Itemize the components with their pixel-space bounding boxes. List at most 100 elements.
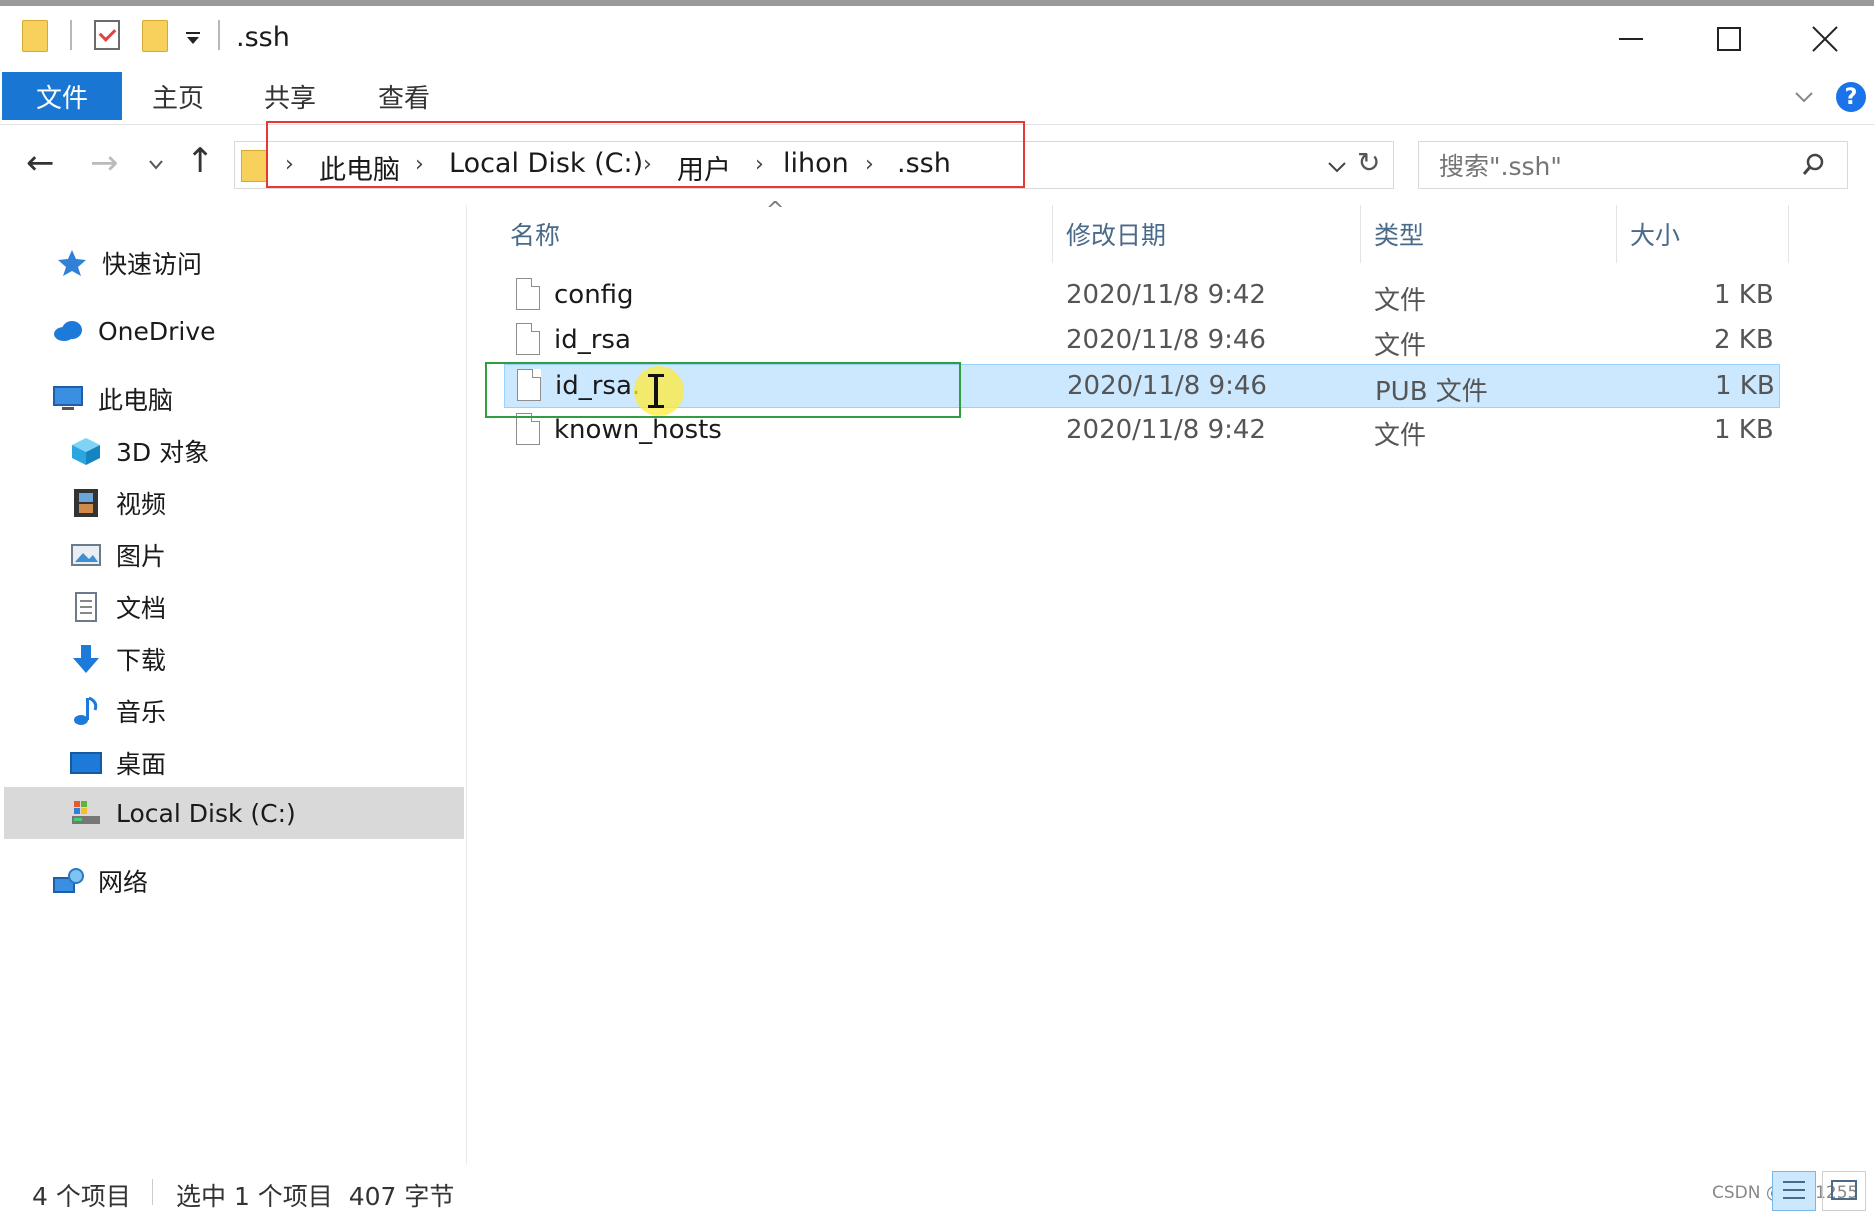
column-divider[interactable] — [1052, 205, 1053, 263]
file-date: 2020/11/8 9:46 — [1067, 371, 1267, 401]
file-row[interactable]: id_rsa 2020/11/8 9:46 文件 2 KB — [504, 319, 1780, 363]
sidebar-item-this-pc[interactable]: 此电脑 — [52, 375, 173, 423]
sidebar-item-label: 此电脑 — [98, 386, 174, 415]
computer-icon — [53, 386, 83, 410]
file-icon — [516, 323, 540, 355]
status-bar: 4 个项目 选中 1 个项目 407 字节 CSDN @lzy_1255 — [0, 1165, 1874, 1215]
status-divider — [152, 1179, 153, 1205]
file-date: 2020/11/8 9:42 — [1066, 415, 1266, 445]
forward-arrow-icon[interactable]: → — [90, 143, 119, 183]
sidebar-item-desktop[interactable]: 桌面 — [70, 739, 166, 787]
column-divider[interactable] — [1360, 205, 1361, 263]
search-box[interactable] — [1418, 141, 1848, 189]
navigation-pane: 快速访问 OneDrive 此电脑 3D 对象 视频 图片 文档 下载 音乐 桌… — [0, 205, 467, 1165]
text-cursor-icon — [648, 374, 664, 408]
refresh-icon[interactable]: ↻ — [1357, 146, 1380, 179]
sidebar-item-network[interactable]: 网络 — [52, 857, 148, 905]
sidebar-item-label: 下载 — [116, 646, 167, 675]
download-arrow-icon — [73, 645, 99, 673]
cloud-icon — [54, 321, 82, 341]
sidebar-item-quick-access[interactable]: 快速访问 — [56, 239, 202, 287]
address-dropdown-chevron-icon[interactable] — [1327, 160, 1347, 174]
sidebar-item-label: 桌面 — [116, 750, 167, 779]
file-date: 2020/11/8 9:46 — [1066, 325, 1266, 355]
ribbon-tabs: 文件 主页 共享 查看 ? — [0, 72, 1874, 125]
column-header-date[interactable]: 修改日期 — [1066, 216, 1166, 252]
desktop-icon — [70, 752, 102, 774]
toolbar-separator — [218, 20, 220, 50]
large-icons-view-button[interactable] — [1822, 1171, 1866, 1211]
column-divider[interactable] — [1616, 205, 1617, 263]
sidebar-item-label: 视频 — [116, 490, 167, 519]
sidebar-item-label: 音乐 — [116, 698, 167, 727]
file-type: 文件 — [1374, 421, 1427, 451]
up-arrow-icon[interactable]: ↑ — [186, 141, 215, 181]
folder-icon[interactable] — [22, 20, 48, 52]
file-type: 文件 — [1374, 331, 1427, 361]
column-header-size[interactable]: 大小 — [1630, 216, 1680, 252]
sidebar-item-3d-objects[interactable]: 3D 对象 — [70, 427, 209, 475]
properties-icon[interactable] — [94, 20, 120, 50]
item-count: 4 个项目 — [32, 1182, 131, 1211]
sidebar-item-label: 图片 — [116, 542, 167, 571]
address-folder-icon — [241, 150, 267, 182]
file-annotation-box — [485, 362, 961, 418]
picture-icon — [71, 544, 101, 566]
close-button[interactable] — [1780, 6, 1870, 72]
sidebar-item-label: 快速访问 — [102, 250, 203, 279]
file-icon — [516, 278, 540, 310]
search-input[interactable] — [1437, 148, 1771, 184]
new-folder-icon[interactable] — [142, 20, 168, 52]
tab-file[interactable]: 文件 — [2, 72, 122, 120]
file-size: 1 KB — [1714, 280, 1774, 310]
sidebar-item-label: 3D 对象 — [116, 438, 210, 467]
sidebar-item-music[interactable]: 音乐 — [70, 687, 166, 735]
tab-share[interactable]: 共享 — [264, 72, 316, 120]
file-row[interactable]: config 2020/11/8 9:42 文件 1 KB — [504, 274, 1780, 318]
sidebar-item-local-disk[interactable]: Local Disk (C:) — [70, 789, 296, 837]
help-icon[interactable]: ? — [1836, 82, 1866, 112]
minimize-button[interactable] — [1586, 6, 1676, 72]
sidebar-item-documents[interactable]: 文档 — [70, 583, 166, 631]
maximize-icon — [1717, 27, 1741, 51]
selection-info: 选中 1 个项目 407 字节 — [176, 1182, 455, 1211]
file-type: PUB 文件 — [1375, 377, 1488, 407]
sidebar-item-label: Local Disk (C:) — [116, 798, 296, 828]
toolbar-separator — [70, 20, 72, 50]
film-icon — [74, 489, 98, 517]
back-arrow-icon[interactable]: ← — [26, 143, 55, 183]
ribbon-expand-chevron-icon[interactable] — [1794, 90, 1814, 104]
address-annotation-box — [266, 121, 1025, 188]
document-icon — [75, 592, 97, 622]
star-icon — [58, 250, 86, 276]
quick-access-dropdown-icon[interactable] — [184, 30, 202, 46]
window-title: .ssh — [236, 22, 290, 53]
file-size: 2 KB — [1714, 325, 1774, 355]
sidebar-item-label: 网络 — [98, 868, 149, 897]
file-name: known_hosts — [554, 415, 722, 445]
column-header-name[interactable]: 名称 — [510, 216, 560, 252]
tab-view[interactable]: 查看 — [378, 72, 430, 120]
file-name: id_rsa — [554, 325, 631, 355]
tab-home[interactable]: 主页 — [152, 72, 204, 120]
file-date: 2020/11/8 9:42 — [1066, 280, 1266, 310]
large-icons-view-icon — [1831, 1180, 1857, 1200]
sidebar-item-downloads[interactable]: 下载 — [70, 635, 166, 683]
cube-icon — [72, 438, 100, 465]
file-name: config — [554, 280, 634, 310]
sidebar-item-pictures[interactable]: 图片 — [70, 531, 166, 579]
search-icon[interactable] — [1801, 152, 1827, 178]
column-header-type[interactable]: 类型 — [1374, 216, 1424, 252]
recent-locations-chevron-icon[interactable] — [148, 159, 164, 171]
music-note-icon — [74, 696, 98, 725]
file-size: 1 KB — [1714, 415, 1774, 445]
maximize-button[interactable] — [1684, 6, 1774, 72]
sidebar-item-label: OneDrive — [98, 316, 216, 346]
network-icon — [53, 868, 84, 893]
sidebar-item-videos[interactable]: 视频 — [70, 479, 166, 527]
column-divider[interactable] — [1788, 205, 1789, 263]
minimize-icon — [1619, 38, 1643, 40]
file-size: 1 KB — [1715, 371, 1775, 401]
details-view-button[interactable] — [1772, 1171, 1816, 1211]
sidebar-item-onedrive[interactable]: OneDrive — [52, 307, 216, 355]
